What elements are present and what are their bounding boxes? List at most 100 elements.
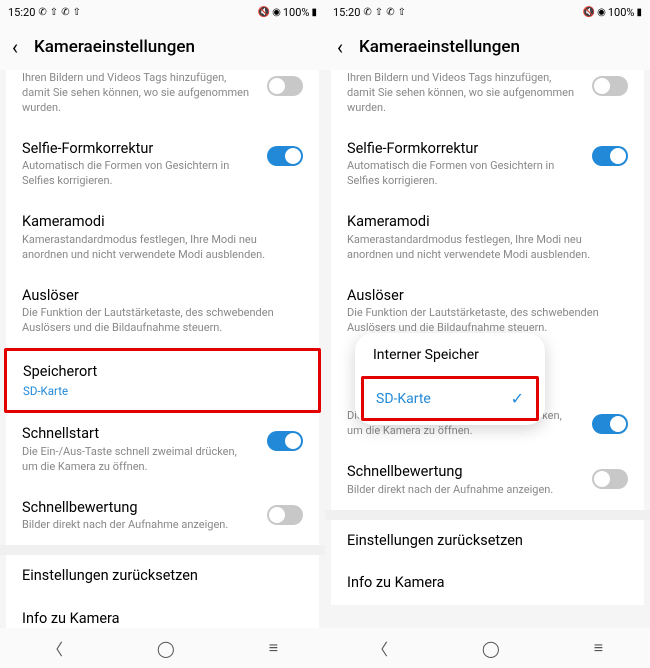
row-title: Selfie-Formkorrektur	[22, 140, 255, 159]
row-title: Schnellstart	[22, 425, 255, 444]
row-title: Kameramodi	[22, 213, 303, 232]
row-value: SD-Karte	[23, 384, 302, 398]
row-storage[interactable]: Speicherort SD-Karte	[4, 348, 321, 413]
popup-option-sdcard[interactable]: SD-Karte ✓	[361, 376, 539, 421]
row-title: Info zu Kamera	[22, 610, 120, 628]
row-selfie-correction[interactable]: Selfie-Formkorrektur Automatisch die For…	[6, 128, 319, 202]
row-desc: Ihren Bildern und Videos Tags hinzufügen…	[347, 71, 580, 116]
status-right: 🔇 ◉ 100% ▮	[583, 6, 642, 19]
nav-back-icon[interactable]: 〈	[47, 636, 63, 660]
row-desc: Die Funktion der Lautstärketaste, des sc…	[22, 306, 303, 336]
nav-home-icon[interactable]: ◯	[482, 639, 500, 658]
row-reset[interactable]: Einstellungen zurücksetzen	[331, 520, 644, 563]
scroll-area[interactable]: Ihren Bildern und Videos Tags hinzufügen…	[0, 70, 325, 628]
toggle-geotag[interactable]	[592, 76, 628, 96]
whatsapp-icon: ✆	[386, 7, 394, 18]
upload-icon: ⇧	[398, 7, 406, 18]
row-title: Info zu Kamera	[347, 574, 445, 593]
status-bar: 15:20 ✆ ⇧ ✆ ⇧ 🔇 ◉ 100% ▮	[0, 0, 325, 24]
row-about[interactable]: Info zu Kamera	[331, 562, 644, 605]
battery-icon: ▮	[636, 7, 642, 18]
page-title: Kameraeinstellungen	[34, 37, 195, 57]
status-time: 15:20	[333, 6, 360, 19]
storage-popup: Interner Speicher SD-Karte ✓	[355, 333, 545, 425]
row-reset[interactable]: Einstellungen zurücksetzen	[6, 555, 319, 598]
row-title: Schnellbewertung	[22, 499, 255, 518]
toggle-quickstart[interactable]	[592, 414, 628, 434]
row-title: Einstellungen zurücksetzen	[347, 532, 523, 551]
row-selfie-correction[interactable]: Selfie-Formkorrektur Automatisch die For…	[331, 128, 644, 202]
row-review[interactable]: Schnellbewertung Bilder direkt nach der …	[6, 487, 319, 546]
wifi-icon: ◉	[597, 7, 606, 18]
battery-text: 100%	[608, 6, 635, 19]
row-title: Selfie-Formkorrektur	[347, 140, 580, 159]
settings-section-2: Einstellungen zurücksetzen Info zu Kamer…	[6, 555, 319, 628]
upload-icon: ⇧	[50, 7, 58, 18]
toggle-quickstart[interactable]	[267, 431, 303, 451]
nav-bar: 〈 ◯ ≡	[0, 628, 325, 668]
upload-icon: ⇧	[375, 7, 383, 18]
header: ‹ Kameraeinstellungen	[0, 24, 325, 70]
battery-text: 100%	[283, 6, 310, 19]
back-icon[interactable]: ‹	[337, 35, 343, 59]
row-desc: Automatisch die Formen von Gesichtern in…	[22, 159, 255, 189]
status-left: 15:20 ✆ ⇧ ✆ ⇧	[8, 6, 81, 19]
toggle-review[interactable]	[267, 505, 303, 525]
row-quickstart[interactable]: Schnellstart Die Ein-/Aus-Taste schnell …	[6, 413, 319, 487]
row-title: Speicherort	[23, 363, 302, 382]
row-title: Einstellungen zurücksetzen	[22, 567, 198, 586]
nav-back-icon[interactable]: 〈	[372, 636, 388, 660]
row-review[interactable]: Schnellbewertung Bilder direkt nach der …	[331, 451, 644, 510]
phone-right: 15:20 ✆ ⇧ ✆ ⇧ 🔇 ◉ 100% ▮ ‹ Kameraeinstel…	[325, 0, 650, 668]
popup-option-label: Interner Speicher	[373, 347, 479, 363]
row-desc: Die Funktion der Lautstärketaste, des sc…	[347, 306, 628, 336]
row-desc: Bilder direkt nach der Aufnahme anzeigen…	[22, 518, 255, 533]
toggle-selfie[interactable]	[592, 146, 628, 166]
status-left: 15:20 ✆ ⇧ ✆ ⇧	[333, 6, 406, 19]
wifi-icon: ◉	[272, 7, 281, 18]
popup-option-label: SD-Karte	[376, 391, 431, 407]
page-title: Kameraeinstellungen	[359, 37, 520, 57]
whatsapp-icon: ✆	[363, 7, 371, 18]
row-title: Schnellbewertung	[347, 463, 580, 482]
row-desc: Ihren Bildern und Videos Tags hinzufügen…	[22, 71, 255, 116]
row-desc: Automatisch die Formen von Gesichtern in…	[347, 159, 580, 189]
row-desc: Bilder direkt nach der Aufnahme anzeigen…	[347, 483, 580, 498]
toggle-review[interactable]	[592, 469, 628, 489]
nav-recent-icon[interactable]: ≡	[594, 638, 603, 658]
status-bar: 15:20 ✆ ⇧ ✆ ⇧ 🔇 ◉ 100% ▮	[325, 0, 650, 24]
nav-bar: 〈 ◯ ≡	[325, 628, 650, 668]
row-desc: Die Ein-/Aus-Taste schnell zweimal drück…	[22, 445, 255, 475]
row-camera-modes[interactable]: Kameramodi Kamerastandardmodus festlegen…	[6, 201, 319, 275]
mute-icon: 🔇	[258, 7, 270, 18]
whatsapp-icon: ✆	[38, 7, 46, 18]
row-desc: Kamerastandardmodus festlegen, Ihre Modi…	[347, 233, 628, 263]
settings-section-2: Einstellungen zurücksetzen Info zu Kamer…	[331, 520, 644, 606]
mute-icon: 🔇	[583, 7, 595, 18]
toggle-geotag[interactable]	[267, 76, 303, 96]
row-geotag[interactable]: Ihren Bildern und Videos Tags hinzufügen…	[331, 70, 644, 128]
status-right: 🔇 ◉ 100% ▮	[258, 6, 317, 19]
row-shutter[interactable]: Auslöser Die Funktion der Lautstärketast…	[6, 275, 319, 349]
nav-home-icon[interactable]: ◯	[157, 639, 175, 658]
row-title: Auslöser	[347, 287, 628, 306]
nav-recent-icon[interactable]: ≡	[269, 638, 278, 658]
check-icon: ✓	[511, 389, 524, 408]
battery-icon: ▮	[311, 7, 317, 18]
back-icon[interactable]: ‹	[12, 35, 18, 59]
settings-section-1: Ihren Bildern und Videos Tags hinzufügen…	[6, 70, 319, 545]
row-geotag[interactable]: Ihren Bildern und Videos Tags hinzufügen…	[6, 70, 319, 128]
popup-option-internal[interactable]: Interner Speicher	[355, 333, 545, 377]
phone-left: 15:20 ✆ ⇧ ✆ ⇧ 🔇 ◉ 100% ▮ ‹ Kameraeinstel…	[0, 0, 325, 668]
row-title: Kameramodi	[347, 213, 628, 232]
whatsapp-icon: ✆	[61, 7, 69, 18]
upload-icon: ⇧	[73, 7, 81, 18]
settings-section-1: Ihren Bildern und Videos Tags hinzufügen…	[331, 70, 644, 510]
row-camera-modes[interactable]: Kameramodi Kamerastandardmodus festlegen…	[331, 201, 644, 275]
row-desc: Kamerastandardmodus festlegen, Ihre Modi…	[22, 233, 303, 263]
status-time: 15:20	[8, 6, 35, 19]
header: ‹ Kameraeinstellungen	[325, 24, 650, 70]
toggle-selfie[interactable]	[267, 146, 303, 166]
row-about[interactable]: Info zu Kamera	[6, 598, 319, 628]
row-title: Auslöser	[22, 287, 303, 306]
